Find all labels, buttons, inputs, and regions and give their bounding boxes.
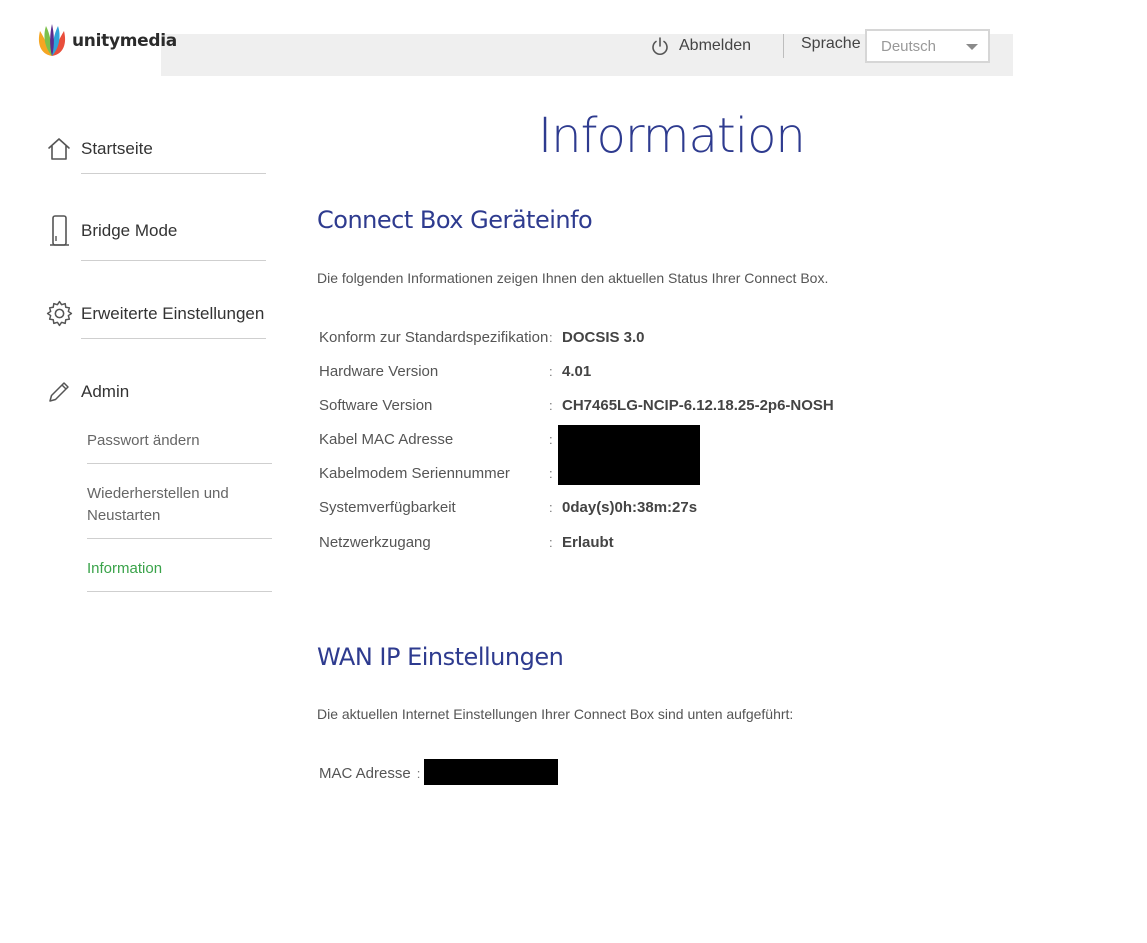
info-row-wan-mac: MAC Adresse :: [319, 762, 430, 784]
info-value: 4.01: [562, 362, 592, 380]
header-patch: [590, 22, 650, 34]
language-selected-value: Deutsch: [881, 37, 937, 55]
section-desc-wan: Die aktuellen Internet Einstellungen Ihr…: [317, 706, 794, 722]
info-row: Kabel MAC Adresse :: [319, 428, 562, 450]
info-label: Netzwerkzugang: [319, 533, 431, 551]
logout-label: Abmelden: [679, 37, 752, 54]
unitymedia-logo[interactable]: unitymedia: [36, 22, 177, 60]
header-divider: [783, 34, 784, 58]
unitymedia-logo-icon: [38, 24, 66, 56]
info-value: CH7465LG-NCIP-6.12.18.25-2p6-NOSH: [562, 396, 834, 414]
sidebar-divider: [87, 538, 272, 539]
info-row: Netzwerkzugang : Erlaubt: [319, 531, 614, 553]
sidebar-divider: [87, 463, 272, 464]
info-row: Konform zur Standardspezifikation : DOCS…: [319, 326, 645, 348]
sidebar-divider: [81, 260, 266, 261]
info-label: Software Version: [319, 396, 433, 414]
info-value: 0day(s)0h:38m:27s: [562, 498, 698, 516]
sidebar-divider: [81, 338, 266, 339]
brand-name: unitymedia: [72, 31, 177, 51]
section-title-wan: WAN IP Einstellungen: [317, 643, 564, 671]
info-row: Kabelmodem Seriennummer :: [319, 462, 562, 484]
chevron-down-icon: [966, 44, 978, 50]
sidebar-item-startseite[interactable]: Startseite: [46, 137, 153, 161]
section-desc-device: Die folgenden Informationen zeigen Ihnen…: [317, 270, 829, 286]
info-label: Kabel MAC Adresse: [319, 430, 454, 448]
language-select[interactable]: Deutsch: [865, 29, 990, 63]
sidebar-subitem-passwort[interactable]: Passwort ändern: [87, 430, 200, 452]
info-row: Software Version : CH7465LG-NCIP-6.12.18…: [319, 394, 834, 416]
sidebar-item-bridge-mode[interactable]: Bridge Mode: [46, 214, 177, 248]
sidebar-item-admin[interactable]: Admin: [46, 379, 129, 405]
info-colon: :: [549, 397, 553, 413]
info-row: Hardware Version : 4.01: [319, 360, 591, 382]
info-colon: :: [549, 363, 553, 379]
info-label: MAC Adresse: [319, 764, 411, 782]
power-icon: [652, 37, 668, 55]
sidebar-item-label: Startseite: [81, 139, 153, 158]
sidebar-subitem-information[interactable]: Information: [87, 558, 162, 580]
section-title-device: Connect Box Geräteinfo: [317, 206, 593, 234]
info-value: DOCSIS 3.0: [562, 328, 645, 346]
sidebar-divider: [87, 591, 272, 592]
page-title: Information: [538, 108, 806, 164]
sidebar-item-label: Bridge Mode: [81, 221, 178, 240]
sidebar-item-erweiterte-einstellungen[interactable]: Erweiterte Einstellungen: [46, 300, 264, 327]
info-colon: :: [549, 499, 553, 515]
info-row: Systemverfügbarkeit : 0day(s)0h:38m:27s: [319, 496, 697, 518]
info-label: Kabelmodem Seriennummer: [319, 464, 510, 482]
home-icon: [48, 138, 70, 160]
sidebar-item-label: Admin: [81, 382, 130, 401]
gear-icon: [46, 300, 73, 327]
redacted-value-block: [558, 425, 700, 485]
info-label: Hardware Version: [319, 362, 439, 380]
info-colon: :: [549, 534, 553, 550]
sidebar-divider: [81, 173, 266, 174]
device-icon: [50, 215, 69, 246]
pencil-icon: [49, 382, 69, 402]
info-value: Erlaubt: [562, 533, 614, 551]
info-label: Systemverfügbarkeit: [319, 498, 456, 516]
info-colon: :: [549, 329, 553, 345]
sidebar-subitem-wiederherstellen[interactable]: Wiederherstellen und Neustarten: [87, 483, 229, 527]
language-label: Sprache: [801, 35, 861, 52]
sidebar-subitem-label: Neustarten: [87, 507, 161, 524]
redacted-value-block: [424, 759, 558, 785]
info-label: Konform zur Standardspezifikation: [319, 328, 549, 346]
sidebar-subitem-label: Wiederherstellen und: [87, 485, 229, 502]
sidebar-item-label: Erweiterte Einstellungen: [81, 303, 265, 323]
logout-button[interactable]: Abmelden: [650, 34, 751, 58]
